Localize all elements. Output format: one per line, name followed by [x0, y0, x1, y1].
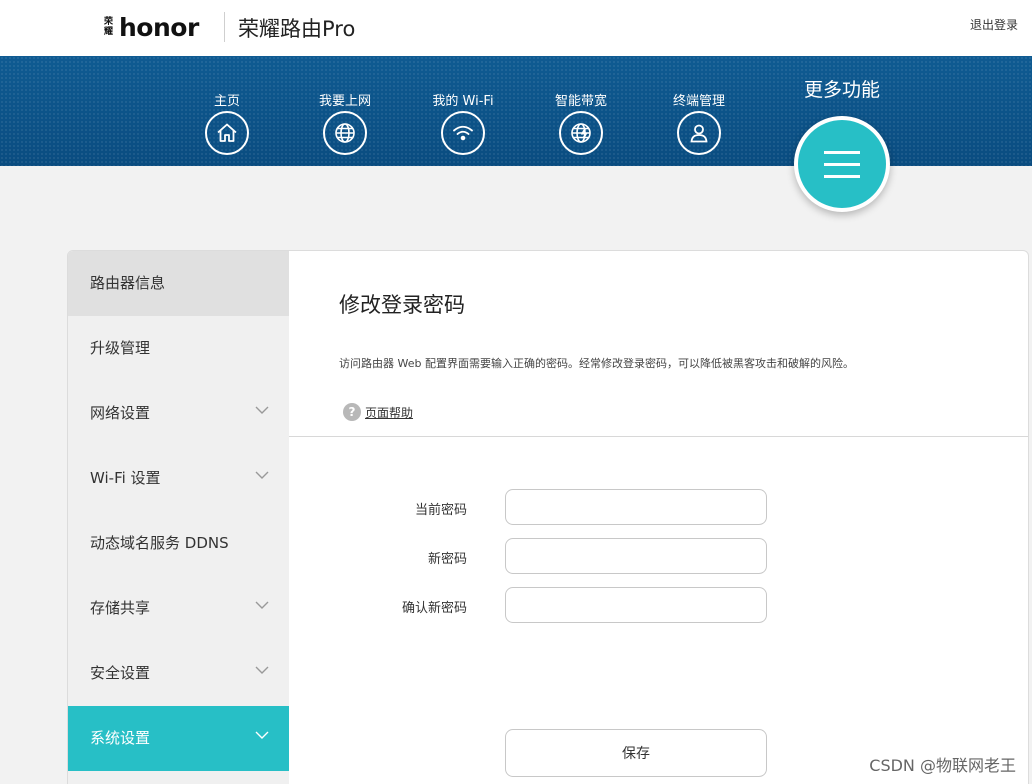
- nav-item-bandwidth[interactable]: 智能带宽: [536, 90, 626, 155]
- sidebar-item-label: 安全设置: [90, 664, 151, 682]
- globe-icon: [323, 111, 367, 155]
- page-description: 访问路由器 Web 配置界面需要输入正确的密码。经常修改登录密码，可以降低被黑客…: [339, 357, 854, 370]
- page-help-label: 页面帮助: [365, 405, 414, 420]
- more-functions-label: 更多功能: [803, 79, 880, 101]
- nav-item-wifi[interactable]: 我的 Wi-Fi: [418, 90, 508, 155]
- page-help-link[interactable]: ? 页面帮助: [343, 403, 413, 421]
- confirm-password-label: 确认新密码: [401, 601, 467, 616]
- confirm-password-input[interactable]: [505, 587, 767, 623]
- settings-panel: 路由器信息 升级管理 网络设置 Wi-Fi 设置 动态域名服务 DDNS 存储共…: [67, 250, 1029, 784]
- new-password-label: 新密码: [427, 552, 467, 567]
- nav-item-internet[interactable]: 我要上网: [300, 90, 390, 155]
- honor-logo: 荣耀 honor: [104, 12, 199, 42]
- current-password-input[interactable]: [505, 489, 767, 525]
- sidebar-item-label: 系统设置: [90, 729, 151, 747]
- nav-item-label: 我的 Wi-Fi: [432, 94, 494, 109]
- sidebar-item-label: 存储共享: [90, 599, 151, 617]
- logo-text: honor: [119, 12, 199, 42]
- page-title: 修改登录密码: [339, 293, 465, 317]
- new-password-input[interactable]: [505, 538, 767, 574]
- logo-mark: 荣耀: [104, 17, 114, 37]
- chevron-down-icon: [255, 601, 269, 609]
- more-functions-button[interactable]: [794, 116, 890, 212]
- chevron-down-icon: [255, 666, 269, 674]
- nav-item-label: 智能带宽: [554, 94, 607, 109]
- product-title: 荣耀路由Pro: [238, 17, 356, 41]
- nav-item-home[interactable]: 主页: [182, 90, 272, 155]
- wifi-icon: [441, 111, 485, 155]
- chevron-down-icon: [255, 731, 269, 739]
- chevron-down-icon: [255, 406, 269, 414]
- sidebar-item-label: Wi-Fi 设置: [90, 469, 161, 487]
- save-button[interactable]: 保存: [505, 729, 767, 777]
- help-icon: ?: [343, 403, 361, 421]
- nav-item-label: 主页: [213, 94, 240, 109]
- user-icon: [677, 111, 721, 155]
- section-divider: [289, 436, 1028, 437]
- nav-item-label: 终端管理: [672, 94, 725, 109]
- bandwidth-globe-icon: [559, 111, 603, 155]
- sidebar-item-router-info[interactable]: 路由器信息: [68, 251, 289, 316]
- sidebar-item-storage[interactable]: 存储共享: [68, 576, 289, 641]
- sidebar: 路由器信息 升级管理 网络设置 Wi-Fi 设置 动态域名服务 DDNS 存储共…: [68, 251, 289, 784]
- menu-icon: [824, 150, 860, 154]
- nav-item-devices[interactable]: 终端管理: [654, 90, 744, 155]
- sidebar-item-label: 路由器信息: [90, 274, 166, 292]
- sidebar-item-system[interactable]: 系统设置: [68, 706, 289, 771]
- watermark: CSDN @物联网老王: [869, 756, 1016, 775]
- chevron-down-icon: [255, 471, 269, 479]
- sidebar-item-label: 网络设置: [90, 404, 151, 422]
- sidebar-item-label: 动态域名服务 DDNS: [90, 534, 229, 552]
- logo-divider: [224, 12, 225, 42]
- new-password-row: 新密码: [289, 538, 989, 574]
- sidebar-item-wifi[interactable]: Wi-Fi 设置: [68, 446, 289, 511]
- content-area: 修改登录密码 访问路由器 Web 配置界面需要输入正确的密码。经常修改登录密码，…: [289, 251, 1028, 784]
- sidebar-item-label: 升级管理: [90, 339, 151, 357]
- sidebar-item-network[interactable]: 网络设置: [68, 381, 289, 446]
- nav-item-label: 我要上网: [318, 94, 371, 109]
- sidebar-item-ddns[interactable]: 动态域名服务 DDNS: [68, 511, 289, 576]
- top-header: 荣耀 honor 荣耀路由Pro 退出登录: [0, 0, 1032, 56]
- current-password-row: 当前密码: [289, 489, 989, 525]
- sidebar-item-upgrade[interactable]: 升级管理: [68, 316, 289, 381]
- home-icon: [205, 111, 249, 155]
- sidebar-item-security[interactable]: 安全设置: [68, 641, 289, 706]
- current-password-label: 当前密码: [414, 503, 467, 518]
- confirm-password-row: 确认新密码: [289, 587, 989, 623]
- logout-link[interactable]: 退出登录: [970, 16, 1018, 33]
